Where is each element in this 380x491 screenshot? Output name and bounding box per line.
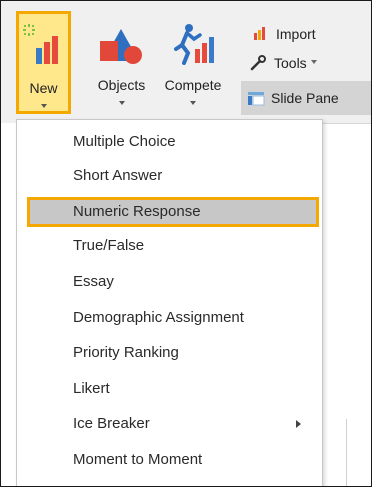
menu-item-label: Demographic Assignment <box>73 309 244 326</box>
slide-pane-icon <box>247 90 265 106</box>
menu-item-ice-breaker[interactable]: Ice Breaker <box>27 410 319 440</box>
new-button-label: New <box>29 80 58 96</box>
slide-pane-label: Slide Pane <box>271 90 339 106</box>
compete-button[interactable]: Compete <box>154 11 232 114</box>
menu-item-label: Numeric Response <box>73 203 201 220</box>
menu-item-true-false[interactable]: True/False <box>27 232 319 262</box>
menu-item-numeric-response[interactable]: Numeric Response <box>27 197 319 227</box>
menu-item-label: Short Answer <box>73 167 163 184</box>
import-label: Import <box>276 26 316 42</box>
chevron-down-icon <box>40 104 47 108</box>
menu-item-priority-ranking[interactable]: Priority Ranking <box>27 339 319 369</box>
menu-item-essay[interactable]: Essay <box>27 268 319 298</box>
menu-item-label: Ice Breaker <box>73 415 150 432</box>
menu-item-label: Priority Ranking <box>73 344 179 361</box>
chevron-right-icon <box>296 420 301 428</box>
chevron-down-icon <box>118 101 125 105</box>
menu-item-moment-to-moment[interactable]: Moment to Moment <box>27 446 319 476</box>
chevron-down-icon <box>190 101 196 105</box>
new-question-menu: Multiple Choice Short Answer Numeric Res… <box>16 119 323 486</box>
ribbon: New Objects Compete Import Tools Slide P… <box>1 1 371 123</box>
new-button[interactable]: New <box>16 11 71 114</box>
chevron-down-icon <box>310 60 317 64</box>
compete-button-label: Compete <box>164 77 222 93</box>
tools-label: Tools <box>274 55 307 71</box>
runner-chart-icon <box>154 19 232 71</box>
objects-button-label: Objects <box>97 77 146 93</box>
objects-button[interactable]: Objects <box>89 11 154 114</box>
tools-button[interactable]: Tools <box>250 50 317 76</box>
shapes-icon <box>89 19 154 71</box>
menu-item-label: Essay <box>73 273 114 290</box>
menu-item-short-answer[interactable]: Short Answer <box>27 162 319 192</box>
menu-item-demographic-assignment[interactable]: Demographic Assignment <box>27 304 319 334</box>
menu-item-label: Moment to Moment <box>73 451 203 468</box>
slide-pane-button[interactable]: Slide Pane <box>241 81 371 115</box>
menu-item-multiple-choice[interactable]: Multiple Choice <box>27 128 319 158</box>
divider <box>346 419 347 486</box>
app-window: New Objects Compete Import Tools Slide P… <box>0 0 372 487</box>
import-button[interactable]: Import <box>252 21 316 47</box>
menu-item-likert[interactable]: Likert <box>27 375 319 405</box>
menu-item-label: True/False <box>73 237 145 254</box>
menu-item-label: Multiple Choice <box>73 133 176 150</box>
workspace-area <box>323 123 371 486</box>
new-question-chart-icon <box>19 22 68 74</box>
wrench-icon <box>250 55 268 71</box>
import-chart-icon <box>252 26 270 42</box>
menu-item-label: Likert <box>73 380 110 397</box>
